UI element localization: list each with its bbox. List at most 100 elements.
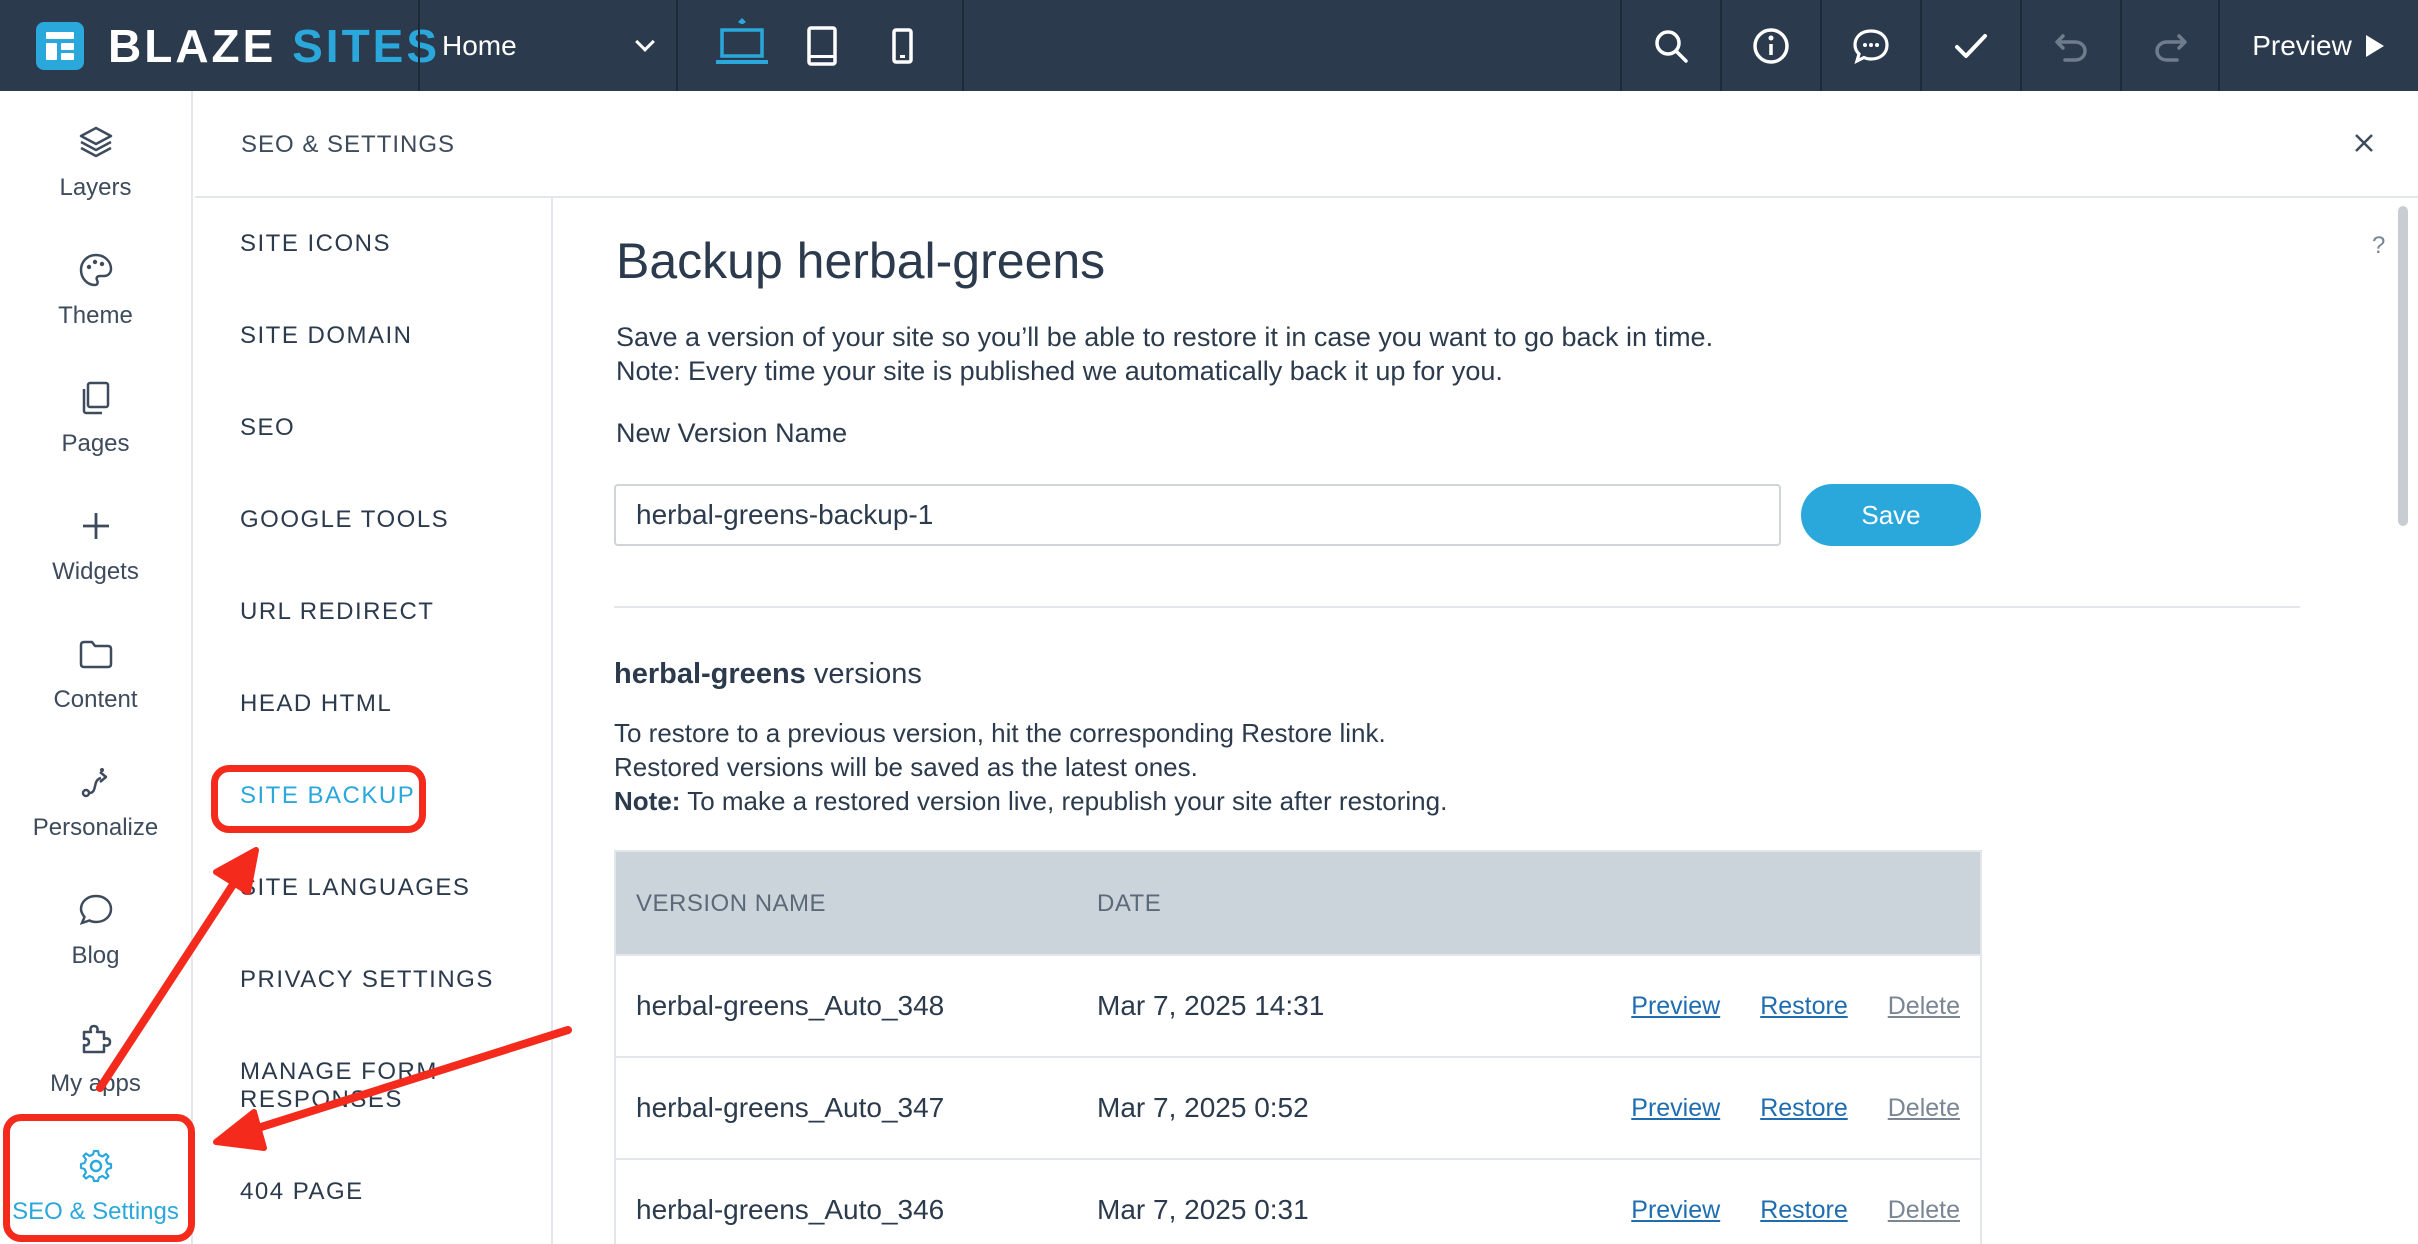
restore-info: To restore to a previous version, hit th…: [614, 716, 1447, 818]
desktop-view-button[interactable]: [700, 0, 784, 91]
rail-item-widgets[interactable]: Widgets: [0, 483, 191, 611]
versions-suffix: versions: [805, 658, 922, 690]
backup-description: Save a version of your site so you’ll be…: [616, 320, 1713, 388]
rail-label: Theme: [58, 302, 133, 329]
rail-item-theme[interactable]: Theme: [0, 227, 191, 355]
row-actions: Preview Restore Delete: [1631, 1196, 1960, 1225]
menu-manage-form-responses[interactable]: MANAGE FORM RESPONSES: [240, 1058, 480, 1114]
preview-link[interactable]: Preview: [1631, 1196, 1720, 1225]
description-line: Save a version of your site so you’ll be…: [616, 322, 1714, 352]
table-row: herbal-greens_Auto_347 Mar 7, 2025 0:52 …: [616, 1056, 1980, 1158]
info-button[interactable]: [1721, 0, 1821, 91]
menu-site-icons[interactable]: SITE ICONS: [240, 230, 391, 258]
page-selector-value: Home: [442, 29, 517, 61]
info-line: To restore to a previous version, hit th…: [614, 718, 1386, 748]
restore-link[interactable]: Restore: [1760, 992, 1848, 1021]
versions-site-name: herbal-greens: [614, 658, 806, 690]
search-icon: [1655, 29, 1688, 63]
version-date: Mar 7, 2025 14:31: [1097, 990, 1325, 1021]
rail-label: Personalize: [32, 814, 159, 841]
help-link[interactable]: ?: [2372, 232, 2385, 260]
rail-label: Pages: [61, 430, 130, 457]
tablet-view-button[interactable]: [784, 0, 860, 91]
row-actions: Preview Restore Delete: [1631, 1094, 1960, 1123]
tablet-icon: [807, 25, 837, 66]
delete-link[interactable]: Delete: [1888, 992, 1960, 1021]
info-icon: [1753, 27, 1789, 64]
menu-site-languages[interactable]: SITE LANGUAGES: [240, 874, 470, 902]
mobile-icon: [892, 27, 913, 64]
menu-head-html[interactable]: HEAD HTML: [240, 690, 392, 718]
chat-icon: [1853, 28, 1889, 64]
restore-link[interactable]: Restore: [1760, 1094, 1848, 1123]
divider: [614, 606, 2300, 608]
versions-heading: herbal-greens versions: [614, 658, 922, 691]
description-note: Note: Every time your site is published …: [616, 356, 1503, 386]
rail-item-blog[interactable]: Blog: [0, 867, 191, 995]
layers-icon: [79, 126, 112, 158]
personalize-icon: [81, 768, 107, 798]
pages-icon: [82, 381, 109, 415]
folder-icon: [79, 640, 112, 669]
version-date: Mar 7, 2025 0:31: [1097, 1194, 1309, 1225]
menu-url-redirect[interactable]: URL REDIRECT: [240, 598, 434, 626]
rail-item-my-apps[interactable]: My apps: [0, 995, 191, 1123]
menu-privacy-settings[interactable]: PRIVACY SETTINGS: [240, 966, 494, 994]
info-line: Restored versions will be saved as the l…: [614, 752, 1198, 782]
delete-link[interactable]: Delete: [1888, 1094, 1960, 1123]
save-button[interactable]: Save: [1801, 484, 1981, 546]
menu-404-page[interactable]: 404 PAGE: [240, 1178, 364, 1206]
panel-title: SEO & SETTINGS: [241, 131, 456, 158]
left-rail: Layers Theme Pages Widgets Content Perso…: [0, 91, 193, 1244]
comments-button[interactable]: [1821, 0, 1921, 91]
rail-label: Blog: [71, 942, 120, 969]
highlight-site-backup: [211, 765, 426, 833]
chat-bubble-icon: [79, 894, 112, 926]
restore-link[interactable]: Restore: [1760, 1196, 1848, 1225]
plus-icon: [82, 513, 109, 539]
rail-label: Content: [53, 686, 138, 713]
rail-item-content[interactable]: Content: [0, 611, 191, 739]
publish-button[interactable]: [1921, 0, 2021, 91]
version-name-input[interactable]: [614, 484, 1781, 546]
rail-item-personalize[interactable]: Personalize: [0, 739, 191, 867]
search-button[interactable]: [1621, 0, 1721, 91]
rail-item-pages[interactable]: Pages: [0, 355, 191, 483]
column-header-date: DATE: [1097, 890, 1162, 917]
close-icon[interactable]: [2350, 129, 2378, 157]
highlight-seo-settings: [3, 1114, 195, 1242]
row-actions: Preview Restore Delete: [1631, 992, 1960, 1021]
redo-icon: [2155, 33, 2187, 62]
menu-google-tools[interactable]: GOOGLE TOOLS: [240, 506, 449, 534]
column-header-version-name: VERSION NAME: [636, 890, 827, 917]
version-name-label: New Version Name: [616, 418, 848, 448]
logo: BLAZE SITES: [36, 0, 440, 91]
palette-icon: [79, 253, 112, 287]
preview-label: Preview: [2252, 29, 2352, 61]
undo-button[interactable]: [2021, 0, 2121, 91]
desktop-icon: [716, 17, 768, 64]
check-icon: [1955, 33, 1987, 58]
preview-button[interactable]: Preview: [2218, 0, 2418, 91]
play-icon: [2365, 34, 2384, 57]
logo-icon: [36, 21, 84, 70]
top-bar: BLAZE SITES Home Preview: [0, 0, 2418, 91]
rail-label: Widgets: [52, 558, 139, 585]
rail-label: Layers: [59, 174, 132, 201]
menu-site-domain[interactable]: SITE DOMAIN: [240, 322, 413, 350]
redo-button[interactable]: [2121, 0, 2221, 91]
mobile-view-button[interactable]: [864, 0, 940, 91]
version-name: herbal-greens_Auto_348: [636, 990, 945, 1021]
note-text: To make a restored version live, republi…: [680, 786, 1448, 816]
versions-table: VERSION NAME DATE herbal-greens_Auto_348…: [614, 850, 1982, 1244]
rail-item-layers[interactable]: Layers: [0, 99, 191, 227]
version-name: herbal-greens_Auto_346: [636, 1194, 945, 1225]
page-selector[interactable]: Home: [420, 0, 674, 91]
menu-seo[interactable]: SEO: [240, 414, 295, 442]
delete-link[interactable]: Delete: [1888, 1196, 1960, 1225]
scrollbar[interactable]: [2398, 206, 2408, 526]
preview-link[interactable]: Preview: [1631, 992, 1720, 1021]
table-row: herbal-greens_Auto_346 Mar 7, 2025 0:31 …: [616, 1158, 1980, 1244]
preview-link[interactable]: Preview: [1631, 1094, 1720, 1123]
info-note: Note: To make a restored version live, r…: [614, 784, 1447, 818]
